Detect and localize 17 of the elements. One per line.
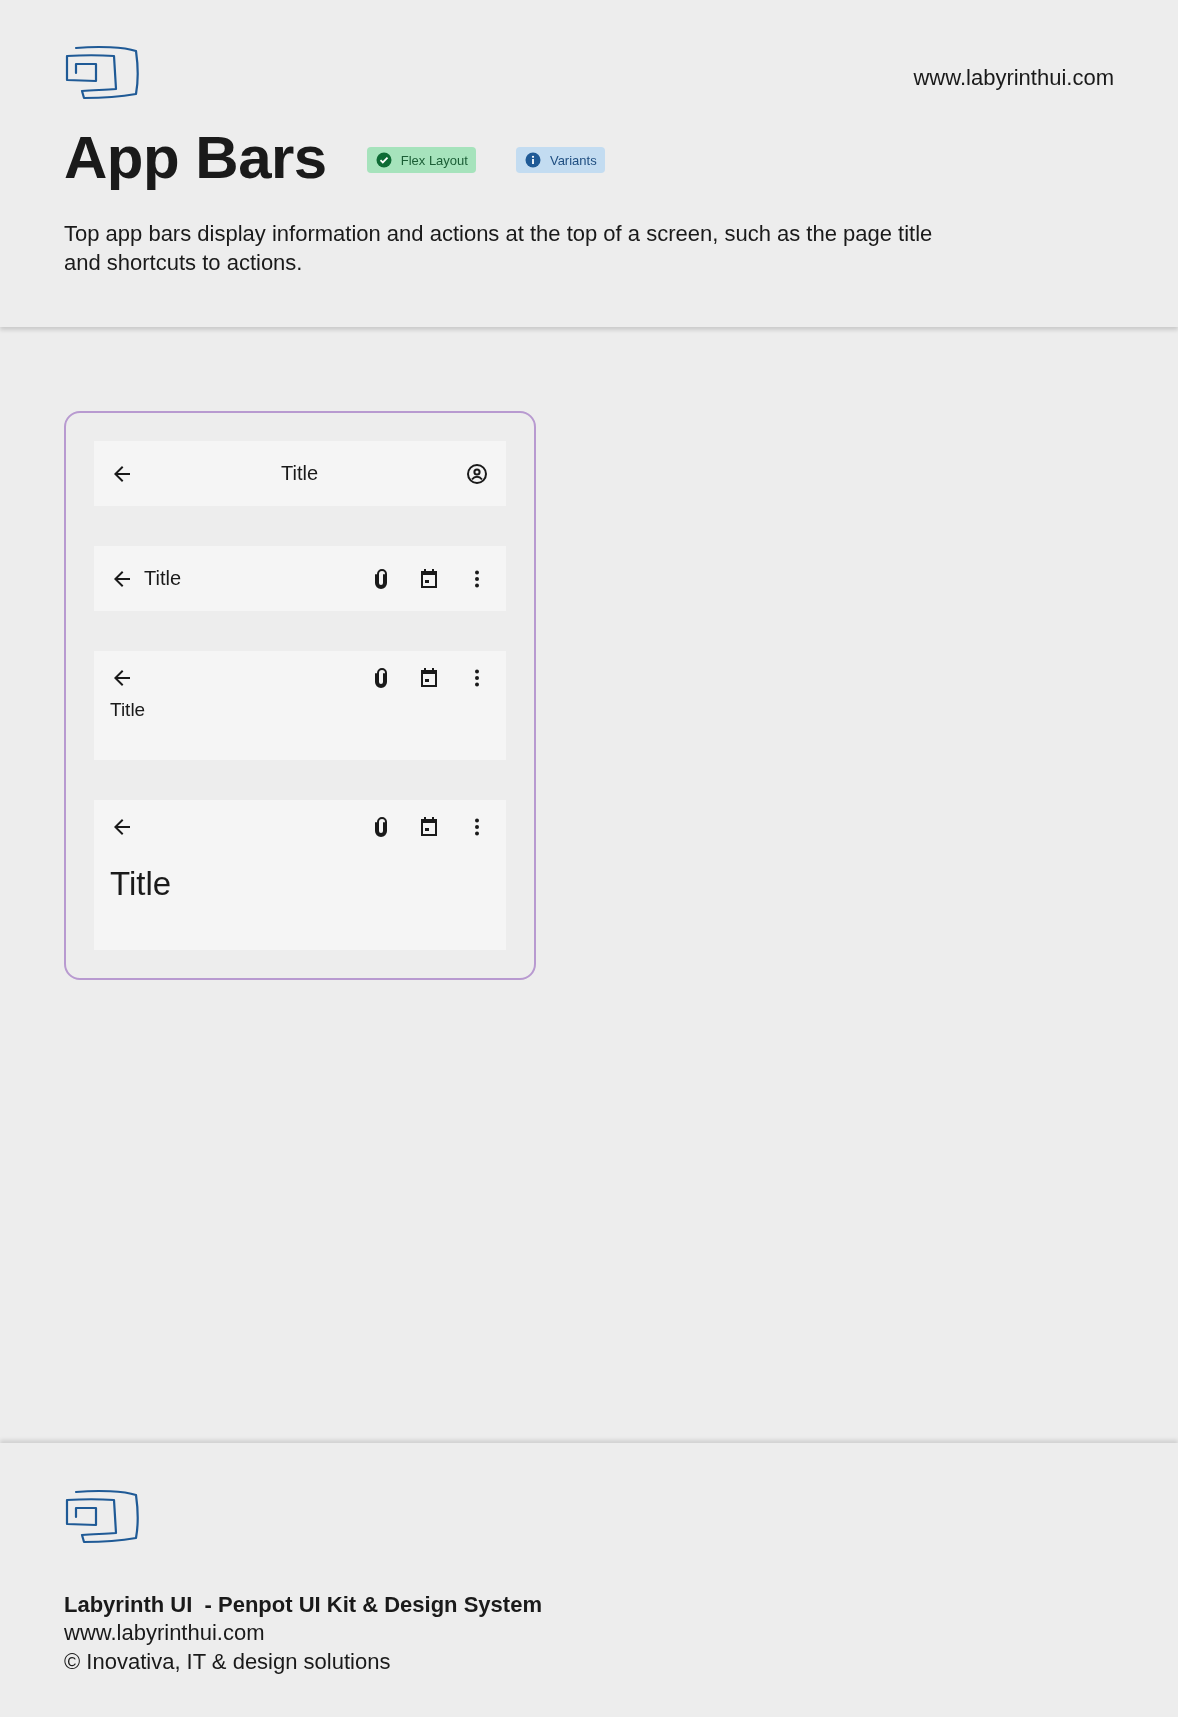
footer-heading: Labyrinth UI - Penpot UI Kit & Design System — [64, 1592, 543, 1618]
page-description: Top app bars display information and actions at the top of a screen, such as the page title and shortcuts to actions. — [64, 220, 934, 277]
spiral-logo-icon — [64, 1489, 140, 1545]
check-circle-icon — [375, 152, 392, 168]
account-circle-icon[interactable] — [465, 461, 489, 486]
page-title: App Bars — [64, 125, 327, 191]
spiral-logo-icon — [64, 45, 140, 101]
tag: Flex Layout — [366, 147, 476, 173]
bar-title: Title — [144, 567, 182, 589]
info-icon — [524, 152, 541, 168]
bar-title: Title — [110, 865, 172, 902]
website-link[interactable]: www.labyrinthui.com — [913, 65, 1114, 91]
tag: Variants — [515, 147, 605, 173]
bar-title: Title — [110, 699, 146, 720]
bar-title: Title — [280, 462, 318, 485]
copyright-text: © Inovativa, IT & design solutions — [64, 1648, 392, 1676]
footer-link[interactable]: www.labyrinthui.com — [64, 1618, 1114, 1647]
